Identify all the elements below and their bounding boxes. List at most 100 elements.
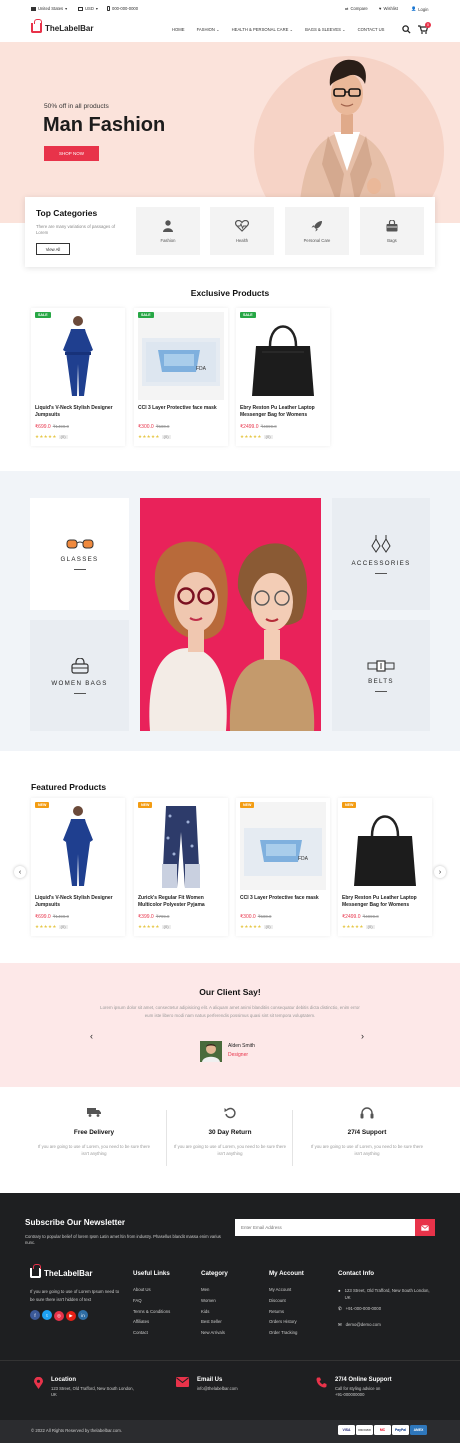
product-card[interactable]: NEW Ebry Reston Pu Leather Laptop Messen…: [338, 798, 432, 936]
currency-selector[interactable]: USD ▾: [78, 6, 98, 11]
footer-link[interactable]: Order Tracking: [269, 1330, 304, 1341]
svg-text:FDA: FDA: [298, 856, 309, 862]
product-name[interactable]: CCI 3 Layer Protective face mask: [138, 405, 226, 412]
nav-contact[interactable]: CONTACT US: [358, 27, 385, 32]
footer-link[interactable]: Men: [201, 1287, 228, 1298]
sale-badge: SALE: [240, 312, 256, 318]
search-icon[interactable]: [402, 25, 411, 34]
facebook-icon[interactable]: f: [30, 1310, 40, 1320]
compare-link[interactable]: ⇄ Compare: [345, 6, 368, 11]
product-name[interactable]: Ebry Reston Pu Leather Laptop Messenger …: [240, 405, 328, 418]
face-mask-box-image: FDA: [244, 828, 322, 876]
categories-desc: There are many variations of passages of…: [36, 224, 116, 235]
divider: [292, 1110, 293, 1166]
footer-link[interactable]: My Account: [269, 1287, 304, 1298]
new-badge: NEW: [35, 802, 50, 808]
product-name[interactable]: Liquid's V-Neck Stylish Designer Jumpsui…: [35, 895, 123, 908]
footer-link[interactable]: Terms & Conditions: [133, 1309, 170, 1320]
footer-category: Category Men Women Kids Best Seller New …: [201, 1270, 228, 1341]
footer-link[interactable]: Kids: [201, 1309, 228, 1320]
testimonial-prev-button[interactable]: ‹: [90, 1031, 93, 1041]
envelope-icon: [176, 1377, 189, 1387]
view-all-button[interactable]: View All: [36, 243, 70, 255]
category-personal-care[interactable]: Personal Care: [285, 207, 349, 255]
top-bar: United States ▾ USD ▾ 000-000-0000 ⇄ Compar…: [0, 0, 460, 17]
product-card[interactable]: NEW Liquid's V-Neck Stylish Designer Jum…: [31, 798, 125, 936]
footer-email[interactable]: ✉ demo@demo.com: [338, 1322, 431, 1328]
newsletter-title: Subscribe Our Newsletter: [25, 1218, 126, 1227]
phone-link[interactable]: 000-000-0000: [107, 6, 138, 11]
footer-link[interactable]: Best Seller: [201, 1319, 228, 1330]
accessories-tile[interactable]: ACCESSORIES: [332, 498, 430, 610]
main-header: TheLabelBar HOME FASHION ⌄ HEALTH & PERS…: [0, 17, 460, 42]
product-name[interactable]: CCI 3 Layer Protective face mask: [240, 895, 328, 902]
avatar: [200, 1041, 222, 1062]
earrings-icon: [371, 535, 391, 553]
user-icon: [163, 219, 173, 232]
subscribe-button[interactable]: [415, 1219, 435, 1236]
product-card[interactable]: FDA SALE CCI 3 Layer Protective face mas…: [134, 308, 228, 446]
nav-home[interactable]: HOME: [172, 27, 185, 32]
category-health[interactable]: Health: [210, 207, 274, 255]
glasses-tile[interactable]: GLASSES: [30, 498, 129, 610]
product-name[interactable]: Ebry Reston Pu Leather Laptop Messenger …: [342, 895, 430, 908]
promo-models-image[interactable]: [140, 498, 321, 731]
sale-badge: SALE: [138, 312, 154, 318]
rating-stars: ★★★★★ (0): [240, 924, 273, 929]
product-price: ₹699.0 ₹1499.0: [35, 424, 69, 430]
login-link[interactable]: 👤 Login: [411, 6, 428, 12]
footer-link[interactable]: Affiliates: [133, 1319, 170, 1330]
product-card[interactable]: SALE Ebry Reston Pu Leather Laptop Messe…: [236, 308, 330, 446]
linkedin-icon[interactable]: in: [78, 1310, 88, 1320]
belts-tile[interactable]: BELTS: [332, 620, 430, 731]
carousel-prev-button[interactable]: ‹: [14, 866, 26, 878]
carousel-next-button[interactable]: ›: [434, 866, 446, 878]
payment-methods: VISA DISCOVER MC PayPal AMEX: [337, 1425, 427, 1435]
envelope-icon: ✉: [338, 1322, 342, 1327]
youtube-icon[interactable]: ▶: [66, 1310, 76, 1321]
bag-logo-icon: [30, 1264, 41, 1278]
rating-stars: ★★★★★ (0): [138, 924, 171, 929]
women-bags-tile[interactable]: WOMEN BAGS: [30, 620, 129, 731]
hero-title: Man Fashion: [43, 114, 166, 136]
location-pin-icon: [34, 1377, 43, 1389]
heart-icon: ♥: [379, 6, 382, 11]
footer-link[interactable]: Discount: [269, 1298, 304, 1309]
footer-link[interactable]: Returns: [269, 1309, 304, 1320]
rating-stars: ★★★★★ (0): [138, 434, 171, 439]
product-card[interactable]: SALE Liquid's V-Neck Stylish Designer Ju…: [31, 308, 125, 446]
footer-link[interactable]: Contact: [133, 1330, 170, 1341]
twitter-icon[interactable]: t: [42, 1310, 52, 1320]
footer-link[interactable]: New Arrivals: [201, 1330, 228, 1341]
shop-now-button[interactable]: SHOP NOW: [44, 146, 99, 161]
product-name[interactable]: Liquid's V-Neck Stylish Designer Jumpsui…: [35, 405, 123, 418]
mastercard-icon: MC: [374, 1425, 391, 1435]
footer-link[interactable]: Women: [201, 1298, 228, 1309]
footer-link[interactable]: Orders History: [269, 1319, 304, 1330]
divider: [0, 1360, 460, 1361]
nav-bags[interactable]: BAGS & SLEEVES ⌄: [305, 27, 346, 32]
country-selector[interactable]: United States ▾: [31, 6, 67, 11]
product-name[interactable]: Zurick's Regular Fit Women Multicolor Po…: [138, 895, 226, 908]
location-pin-icon: ●: [338, 1288, 341, 1293]
nav-fashion[interactable]: FASHION ⌄: [197, 27, 220, 32]
newsletter-email-input[interactable]: [235, 1219, 415, 1236]
site-logo[interactable]: TheLabelBar: [31, 19, 93, 33]
footer-link[interactable]: About Us: [133, 1287, 170, 1298]
footer-logo[interactable]: TheLabelBar: [30, 1264, 122, 1278]
footer-email-link[interactable]: info@thelabelbar.com: [197, 1386, 238, 1391]
wishlist-link[interactable]: ♥ Wishlist: [379, 6, 398, 11]
product-card[interactable]: FDA NEW CCI 3 Layer Protective face mask…: [236, 798, 330, 936]
hero-banner: 50% off in all products Man Fashion SHOP…: [0, 42, 460, 223]
chevron-left-icon: ‹: [18, 868, 22, 876]
footer-link[interactable]: FAQ: [133, 1298, 170, 1309]
testimonial-next-button[interactable]: ›: [361, 1031, 364, 1041]
copyright-bar: © 2022 All Rights Reserved by thelabelba…: [0, 1420, 460, 1443]
footer-phone[interactable]: ✆ +91-000-000-0000: [338, 1306, 431, 1312]
category-fashion[interactable]: Fashion: [136, 207, 200, 255]
product-card[interactable]: NEW Zurick's Regular Fit Women Multicolo…: [134, 798, 228, 936]
rating-stars: ★★★★★ (0): [35, 434, 68, 439]
nav-health[interactable]: HEALTH & PERSONAL CARE ⌄: [232, 27, 293, 32]
category-bags[interactable]: Bags: [360, 207, 424, 255]
instagram-icon[interactable]: ◎: [54, 1310, 64, 1321]
